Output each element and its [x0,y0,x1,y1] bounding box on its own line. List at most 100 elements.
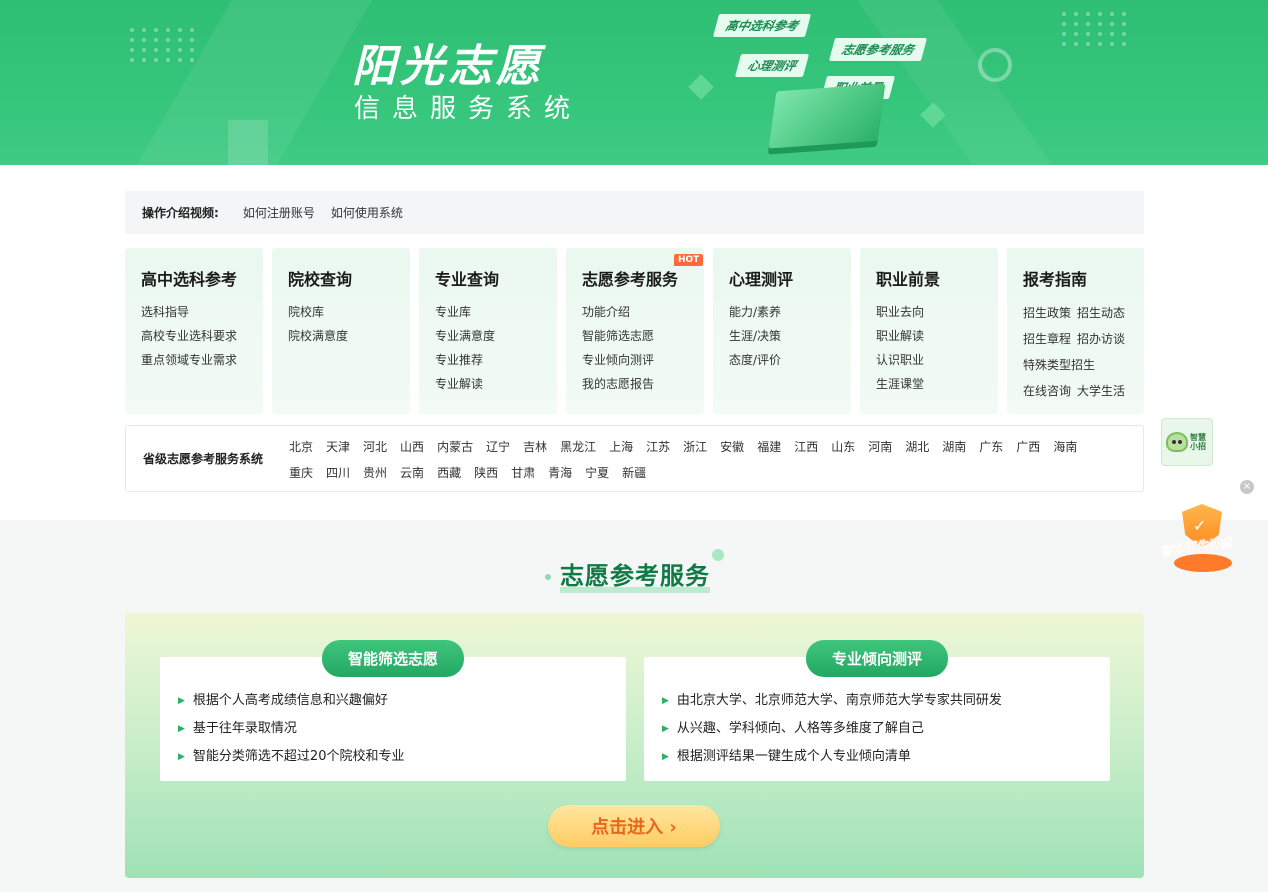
card-link[interactable]: 智能筛选志愿 [582,324,704,348]
province-link[interactable]: 山西 [400,434,424,460]
province-link[interactable]: 浙江 [683,434,707,460]
card-title[interactable]: 专业查询 [435,266,557,290]
smart-filter-panel: 智能筛选志愿 ▶ 根据个人高考成绩信息和兴趣偏好 ▶ 基于往年录取情况 ▶ 智能分类筛… [160,640,626,781]
card-link[interactable]: 专业解读 [435,372,557,396]
province-systems: 省级志愿参考服务系统 北京 天津 河北 山西 内蒙古 辽宁 吉林 黑龙江 上海 江苏 浙江 安徽 福建江… [125,425,1144,492]
smart-filter-title: 智能筛选志愿 [321,640,465,677]
province-link[interactable]: 天津 [326,434,350,460]
intro-label: 操作介绍视频: [142,206,219,220]
card-link[interactable]: 在线咨询 [1023,378,1071,404]
province-link[interactable]: 宁夏 [585,460,609,486]
nav-cards: 高中选科参考 选科指导 高校专业选科要求 重点领域专业需求 院校查询 院校库 院… [125,248,1144,414]
card-link[interactable]: 功能介绍 [582,300,704,324]
province-link[interactable]: 河南 [868,434,892,460]
card-link[interactable]: 我的志愿报告 [582,372,704,396]
intro-video-bar: 操作介绍视频: 如何注册账号 如何使用系统 [125,191,1144,234]
card-title[interactable]: 高中选科参考 [141,266,263,290]
card-link[interactable]: 职业解读 [876,324,998,348]
card-link[interactable]: 院校满意度 [288,324,410,348]
triangle-right-icon: ▶ [178,724,185,734]
bullet-item: ▶ 从兴趣、学科倾向、人格等多维度了解自己 [662,715,1110,743]
province-link[interactable]: 吉林 [523,434,547,460]
banner-tag: 高中选科参考 [712,14,812,37]
card-link[interactable]: 态度/评价 [729,348,851,372]
cube-decoration [688,74,714,100]
province-link[interactable]: 广东 [979,434,1003,460]
card-link[interactable]: 专业满意度 [435,324,557,348]
province-link[interactable]: 山东 [831,434,855,460]
province-link[interactable]: 重庆 [289,460,313,486]
province-link[interactable]: 云南 [400,460,424,486]
province-link[interactable]: 北京 [289,434,313,460]
card-link[interactable]: 生涯课堂 [876,372,998,396]
card-link[interactable]: 大学生活 [1077,378,1125,404]
province-link[interactable]: 辽宁 [486,434,510,460]
triangle-right-icon: ▶ [178,696,185,706]
province-link[interactable]: 湖南 [942,434,966,460]
card-link[interactable]: 院校库 [288,300,410,324]
province-link[interactable]: 四川 [326,460,350,486]
province-link[interactable]: 海南 [1053,434,1077,460]
card-link[interactable]: 重点领域专业需求 [141,348,263,372]
card-link[interactable]: 招生动态 [1077,300,1125,326]
triangle-right-icon: ▶ [178,752,185,762]
province-link[interactable]: 河北 [363,434,387,460]
province-link[interactable]: 黑龙江 [560,434,596,460]
brand-title: 阳光志愿 [352,41,544,92]
cube-illustration [768,83,886,149]
province-link[interactable]: 青海 [548,460,572,486]
how-to-register-link[interactable]: 如何注册账号 [243,204,315,221]
service-panel: 智能筛选志愿 ▶ 根据个人高考成绩信息和兴趣偏好 ▶ 基于往年录取情况 ▶ 智能分类筛… [125,613,1144,878]
card-link[interactable]: 专业推荐 [435,348,557,372]
card-link[interactable]: 选科指导 [141,300,263,324]
brand-subtitle: 信息服务系统 [354,94,583,124]
card-title[interactable]: 职业前景 [876,266,998,290]
province-link[interactable]: 陕西 [474,460,498,486]
card-link[interactable]: 特殊类型招生 [1023,352,1095,378]
card-link[interactable]: 招生政策 [1023,300,1071,326]
card-link[interactable]: 招办访谈 [1077,326,1125,352]
enter-button[interactable]: 点击进入 › [548,805,720,847]
dot-decoration [545,574,551,580]
province-link[interactable]: 湖北 [905,434,929,460]
card-link[interactable]: 职业去向 [876,300,998,324]
card-link[interactable]: 专业库 [435,300,557,324]
dot-decoration [712,549,724,561]
how-to-use-link[interactable]: 如何使用系统 [331,204,403,221]
card-link[interactable]: 专业倾向测评 [582,348,704,372]
mascot-icon [1166,432,1188,452]
dot-pattern-decoration [1062,12,1128,46]
card-major-search: 专业查询 专业库 专业满意度 专业推荐 专业解读 [419,248,557,414]
card-link[interactable]: 认识职业 [876,348,998,372]
province-link[interactable]: 广西 [1016,434,1040,460]
banner-tag: 志愿参考服务 [828,38,928,61]
bullet-item: ▶ 基于往年录取情况 [178,715,626,743]
ring-decoration [978,48,1012,82]
card-link[interactable]: 招生章程 [1023,326,1071,352]
card-application-guide: 报考指南 招生政策 招生动态 招生章程 招办访谈 特殊类型招生 在线咨询 大学生活 [1007,248,1144,414]
card-title[interactable]: 报考指南 [1023,266,1144,290]
province-link[interactable]: 江西 [794,434,818,460]
province-link[interactable]: 甘肃 [511,460,535,486]
card-title[interactable]: 志愿参考服务 [582,266,704,290]
province-link[interactable]: 内蒙古 [437,434,473,460]
province-link[interactable]: 福建 [757,434,781,460]
close-icon[interactable]: × [1240,480,1254,494]
card-link[interactable]: 能力/素养 [729,300,851,324]
ai-assistant-label: 智慧小招 [1190,433,1206,451]
ai-assistant-widget[interactable]: 智慧小招 [1161,418,1213,466]
province-link[interactable]: 贵州 [363,460,387,486]
card-title[interactable]: 心理测评 [729,266,851,290]
card-link[interactable]: 高校专业选科要求 [141,324,263,348]
province-label: 省级志愿参考服务系统 [143,452,264,466]
fraud-warning-widget[interactable]: ✓ 警惕招生诈骗 [1159,500,1248,578]
card-link[interactable]: 生涯/决策 [729,324,851,348]
card-title[interactable]: 院校查询 [288,266,410,290]
header-banner: 阳光志愿 信息服务系统 高中选科参考 志愿参考服务 心理测评 职业前景 [0,0,1268,165]
province-link[interactable]: 上海 [609,434,633,460]
section-title: 志愿参考服务 [560,556,710,593]
province-link[interactable]: 西藏 [437,460,461,486]
province-link[interactable]: 新疆 [622,460,646,486]
province-link[interactable]: 江苏 [646,434,670,460]
province-link[interactable]: 安徽 [720,434,744,460]
